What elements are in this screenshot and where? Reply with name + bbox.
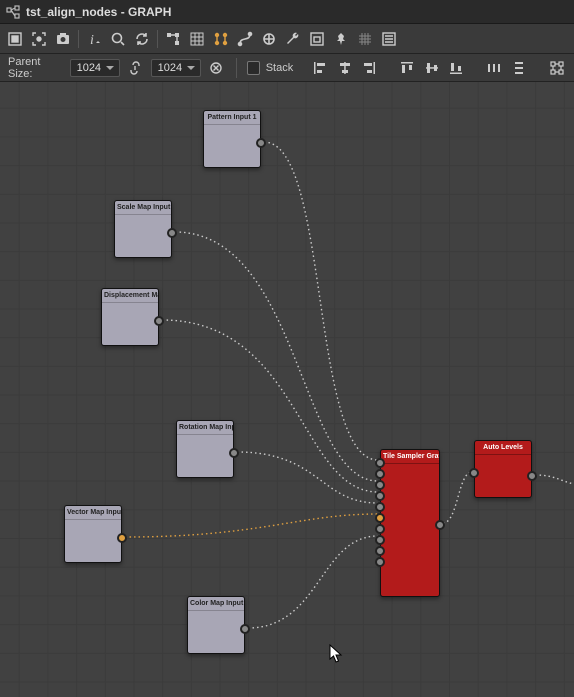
- separator: [78, 30, 79, 48]
- arrange-icon[interactable]: [547, 58, 566, 78]
- zoom-icon[interactable]: [107, 28, 129, 50]
- separator: [157, 30, 158, 48]
- align-left-icon[interactable]: [311, 58, 330, 78]
- frame-icon[interactable]: [306, 28, 328, 50]
- input-port[interactable]: [375, 502, 385, 512]
- refresh-icon[interactable]: [131, 28, 153, 50]
- output-port[interactable]: [154, 316, 164, 326]
- fit-view-icon[interactable]: [4, 28, 26, 50]
- main-toolbar: i: [0, 24, 574, 54]
- stack-checkbox[interactable]: [247, 61, 260, 75]
- align-bottom-icon[interactable]: [447, 58, 466, 78]
- fit-selection-icon[interactable]: [28, 28, 50, 50]
- mouse-cursor: [329, 644, 345, 667]
- node-title: Tile Sampler Grayscale: [381, 450, 439, 464]
- tab-bar: tst_align_nodes - GRAPH: [0, 0, 574, 24]
- input-port[interactable]: [375, 513, 385, 523]
- wrench-icon[interactable]: [282, 28, 304, 50]
- node-title: Color Map Input: [188, 597, 244, 611]
- parent-size-label: Parent Size:: [8, 56, 64, 80]
- highlight-connections-icon[interactable]: [210, 28, 232, 50]
- node-title: Rotation Map Input: [177, 421, 233, 435]
- output-port[interactable]: [527, 471, 537, 481]
- output-port[interactable]: [229, 448, 239, 458]
- output-port[interactable]: [256, 138, 266, 148]
- input-port[interactable]: [469, 468, 479, 478]
- input-port[interactable]: [375, 458, 385, 468]
- grid-snap-icon[interactable]: [186, 28, 208, 50]
- window-title: tst_align_nodes - GRAPH: [26, 5, 171, 19]
- node-title: Displacement Map Input: [102, 289, 158, 303]
- expand-node-icon[interactable]: [258, 28, 280, 50]
- align-center-v-icon[interactable]: [422, 58, 441, 78]
- align-right-icon[interactable]: [360, 58, 379, 78]
- hierarchy-icon[interactable]: [162, 28, 184, 50]
- align-center-h-icon[interactable]: [335, 58, 354, 78]
- distribute-v-icon[interactable]: [509, 58, 528, 78]
- grid-toggle-icon[interactable]: [354, 28, 376, 50]
- node-tile-sampler[interactable]: Tile Sampler Grayscale: [380, 449, 440, 597]
- node-displacement-map[interactable]: Displacement Map Input: [101, 288, 159, 346]
- output-port[interactable]: [167, 228, 177, 238]
- node-color-map[interactable]: Color Map Input: [187, 596, 245, 654]
- input-port[interactable]: [375, 524, 385, 534]
- node-vector-map[interactable]: Vector Map Input: [64, 505, 122, 563]
- screenshot-icon[interactable]: [52, 28, 74, 50]
- node-pattern-input[interactable]: Pattern Input 1: [203, 110, 261, 168]
- input-port[interactable]: [375, 535, 385, 545]
- node-auto-levels[interactable]: Auto Levels: [474, 440, 532, 498]
- stack-label: Stack: [266, 62, 294, 74]
- node-scale-map[interactable]: Scale Map Input: [114, 200, 172, 258]
- graph-canvas[interactable]: Pattern Input 1 Scale Map Input Displace…: [0, 82, 574, 697]
- input-port[interactable]: [375, 491, 385, 501]
- output-port[interactable]: [117, 533, 127, 543]
- node-title: Scale Map Input: [115, 201, 171, 215]
- input-port[interactable]: [375, 557, 385, 567]
- output-port[interactable]: [240, 624, 250, 634]
- output-port[interactable]: [435, 520, 445, 530]
- input-port[interactable]: [375, 469, 385, 479]
- input-port[interactable]: [375, 480, 385, 490]
- svg-text:i: i: [90, 33, 94, 47]
- parent-height-select[interactable]: 1024: [151, 59, 201, 77]
- node-title: Vector Map Input: [65, 506, 121, 520]
- node-title: Auto Levels: [475, 441, 531, 455]
- align-top-icon[interactable]: [398, 58, 417, 78]
- pin-icon[interactable]: [330, 28, 352, 50]
- graph-icon: [4, 3, 22, 21]
- reset-size-icon[interactable]: [207, 58, 226, 78]
- node-title: Pattern Input 1: [204, 111, 260, 125]
- curve-connection-icon[interactable]: [234, 28, 256, 50]
- link-sizes-icon[interactable]: [126, 58, 145, 78]
- connection-wires: [0, 82, 574, 697]
- list-icon[interactable]: [378, 28, 400, 50]
- input-port[interactable]: [375, 546, 385, 556]
- node-rotation-map[interactable]: Rotation Map Input: [176, 420, 234, 478]
- divider: [236, 58, 237, 78]
- info-icon[interactable]: i: [83, 28, 105, 50]
- distribute-h-icon[interactable]: [485, 58, 504, 78]
- parent-width-select[interactable]: 1024: [70, 59, 120, 77]
- second-toolbar: Parent Size: 1024 1024 Stack: [0, 54, 574, 82]
